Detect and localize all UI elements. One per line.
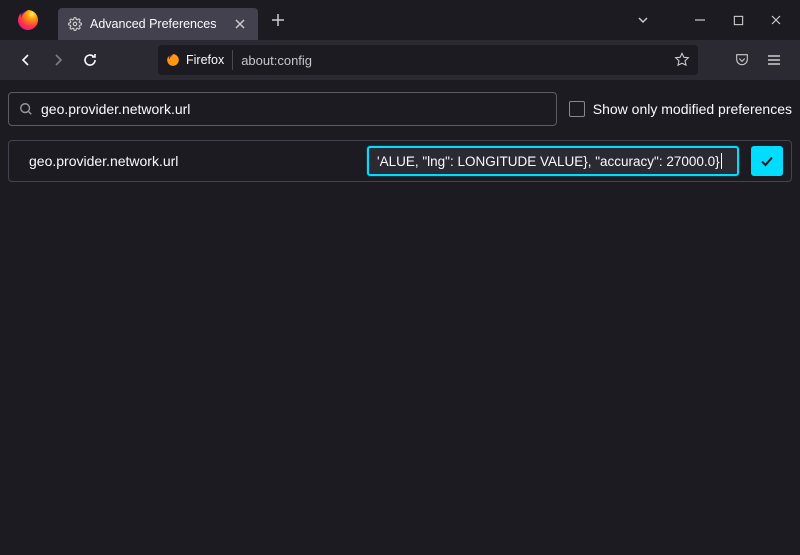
titlebar: Advanced Preferences — [0, 0, 800, 40]
gear-icon — [68, 17, 82, 31]
tab-list-button[interactable] — [636, 13, 650, 27]
pref-name: geo.provider.network.url — [29, 153, 359, 169]
pref-search-value: geo.provider.network.url — [41, 101, 190, 117]
back-button[interactable] — [12, 46, 40, 74]
minimize-button[interactable] — [690, 10, 710, 30]
browser-tab[interactable]: Advanced Preferences — [58, 8, 258, 40]
identity-label: Firefox — [186, 53, 224, 67]
show-modified-label: Show only modified preferences — [593, 101, 792, 117]
pref-value-text: 'ALUE, "lng": LONGITUDE VALUE}, "accurac… — [377, 154, 720, 169]
reload-button[interactable] — [76, 46, 104, 74]
forward-button[interactable] — [44, 46, 72, 74]
url-bar[interactable]: Firefox about:config — [158, 45, 698, 75]
identity-box[interactable]: Firefox — [166, 50, 233, 70]
navigation-toolbar: Firefox about:config — [0, 40, 800, 80]
pref-search-input[interactable]: geo.provider.network.url — [8, 92, 557, 126]
text-cursor — [721, 153, 722, 169]
show-modified-checkbox[interactable]: Show only modified preferences — [569, 101, 792, 117]
firefox-icon — [166, 53, 180, 67]
about-config-content: geo.provider.network.url Show only modif… — [0, 80, 800, 194]
tab-title: Advanced Preferences — [90, 17, 224, 31]
save-to-pocket-button[interactable] — [728, 46, 756, 74]
pref-row: geo.provider.network.url 'ALUE, "lng": L… — [8, 140, 792, 182]
checkbox-icon — [569, 101, 585, 117]
window-controls — [690, 10, 786, 30]
close-tab-button[interactable] — [232, 16, 248, 32]
search-icon — [19, 102, 33, 116]
maximize-button[interactable] — [728, 10, 748, 30]
close-window-button[interactable] — [766, 10, 786, 30]
search-row: geo.provider.network.url Show only modif… — [8, 92, 792, 126]
firefox-logo-icon — [16, 8, 40, 32]
new-tab-button[interactable] — [264, 6, 292, 34]
app-menu-button[interactable] — [760, 46, 788, 74]
pref-save-button[interactable] — [751, 146, 783, 176]
bookmark-star-button[interactable] — [674, 52, 690, 68]
pref-value-input[interactable]: 'ALUE, "lng": LONGITUDE VALUE}, "accurac… — [367, 146, 739, 176]
url-text: about:config — [241, 53, 666, 68]
